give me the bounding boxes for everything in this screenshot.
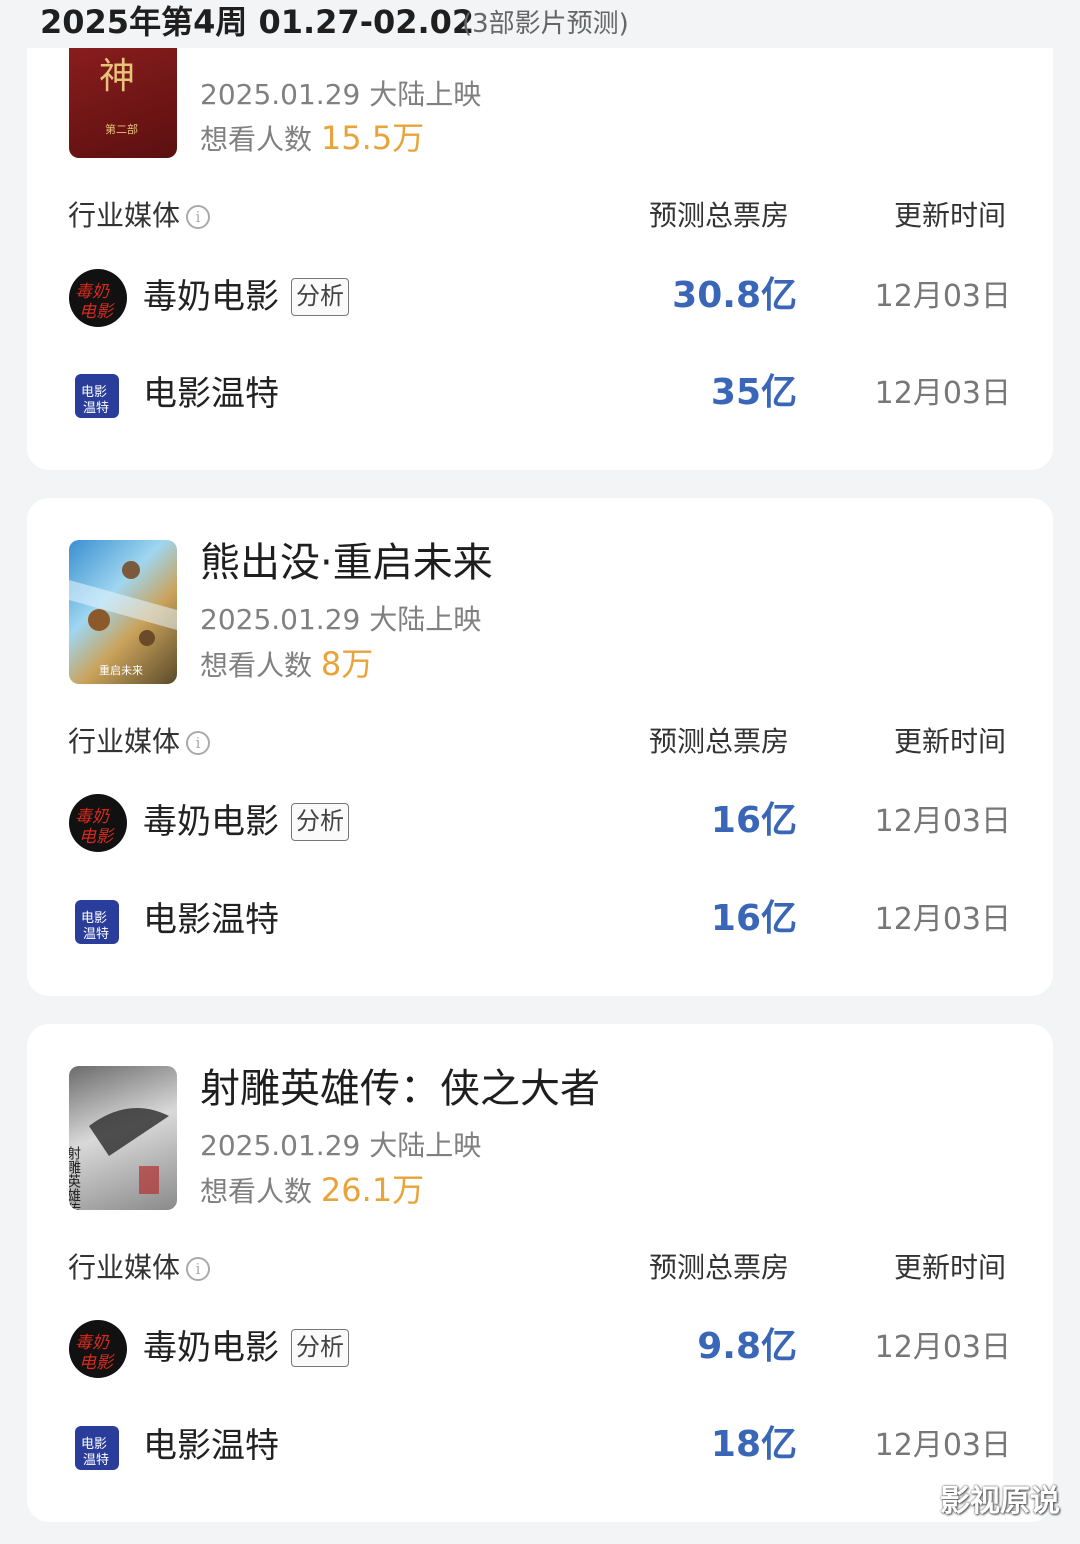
movie-card[interactable]: 射雕英雄传 射雕英雄传：侠之大者 2025.01.29 大陆上映 想看人数 26… (27, 1024, 1053, 1522)
wente-logo-icon: 电影 温特 (69, 892, 127, 950)
analysis-tag[interactable]: 分析 (291, 1329, 349, 1367)
forecast-value: 35亿 (710, 372, 797, 413)
release-date: 2025.01.29 大陆上映 (200, 1129, 482, 1162)
week-title: 2025年第4周 01.27-02.02 (40, 3, 475, 41)
svg-text:射雕英雄传: 射雕英雄传 (69, 1146, 81, 1210)
forecast-row[interactable]: 毒奶 电影 毒奶电影 分析 16亿 12月03日 (27, 788, 1053, 858)
svg-text:电影: 电影 (79, 827, 115, 847)
forecast-value: 16亿 (710, 800, 797, 841)
column-update-time: 更新时间 (894, 199, 1007, 232)
movie-title[interactable]: 熊出没·重启未来 (200, 538, 493, 588)
movie-card[interactable]: 神 第二部 2025.01.29 大陆上映 想看人数 15.5万 行业媒体 i 预… (27, 20, 1053, 470)
dunai-logo-icon: 毒奶 电影 (69, 269, 127, 327)
wente-logo-icon: 电影 温特 (69, 1418, 127, 1476)
want-label: 想看人数 (200, 123, 313, 156)
forecast-count: (3部影片预测) (462, 9, 629, 39)
media-name[interactable]: 电影温特 (143, 898, 279, 942)
forecast-value: 18亿 (710, 1424, 797, 1465)
column-media-label: 行业媒体 (68, 725, 181, 758)
info-icon[interactable]: i (186, 205, 211, 229)
forecast-row[interactable]: 毒奶 电影 毒奶电影 分析 9.8亿 12月03日 (27, 1314, 1053, 1384)
want-count: 15.5万 (320, 119, 425, 157)
want-to-watch: 想看人数 26.1万 (200, 1170, 424, 1212)
forecast-row[interactable]: 电影 温特 电影温特 16亿 12月03日 (27, 886, 1053, 956)
poster-image: 射雕英雄传 (69, 1108, 169, 1210)
update-time: 12月03日 (874, 1428, 1011, 1463)
info-icon[interactable]: i (186, 1257, 211, 1281)
update-time: 12月03日 (874, 1330, 1011, 1365)
svg-text:电影: 电影 (79, 302, 115, 322)
svg-text:温特: 温特 (83, 401, 109, 416)
wente-logo-icon: 电影 温特 (69, 366, 127, 424)
svg-text:重启未来: 重启未来 (99, 663, 143, 677)
svg-text:毒奶: 毒奶 (75, 1333, 110, 1353)
dunai-logo-icon: 毒奶 电影 (69, 1320, 127, 1378)
forecast-value: 30.8亿 (672, 275, 797, 316)
forecast-value: 16亿 (710, 898, 797, 939)
column-media-label: 行业媒体 (68, 1251, 181, 1284)
media-name[interactable]: 电影温特 (143, 372, 279, 416)
column-box-office: 预测总票房 (649, 1251, 790, 1284)
movie-card[interactable]: 重启未来 熊出没·重启未来 2025.01.29 大陆上映 想看人数 8万 行业… (27, 498, 1053, 996)
column-box-office: 预测总票房 (649, 199, 790, 232)
want-to-watch: 想看人数 15.5万 (200, 118, 424, 160)
svg-text:第二部: 第二部 (105, 122, 138, 136)
analysis-tag[interactable]: 分析 (291, 278, 349, 316)
svg-text:温特: 温特 (83, 1453, 109, 1468)
svg-text:电影: 电影 (81, 385, 107, 400)
column-update-time: 更新时间 (894, 725, 1007, 758)
column-box-office: 预测总票房 (649, 725, 790, 758)
update-time: 12月03日 (874, 804, 1011, 839)
want-count: 26.1万 (320, 1171, 425, 1209)
media-name[interactable]: 毒奶电影 (143, 800, 279, 844)
want-to-watch: 想看人数 8万 (200, 644, 373, 686)
forecast-row[interactable]: 电影 温特 电影温特 35亿 12月03日 (27, 360, 1053, 430)
svg-text:电影: 电影 (81, 911, 107, 926)
poster-image: 重启未来 (69, 561, 177, 677)
want-label: 想看人数 (200, 649, 313, 682)
update-time: 12月03日 (874, 902, 1011, 937)
forecast-value: 9.8亿 (697, 1326, 797, 1367)
update-time: 12月03日 (874, 376, 1011, 411)
media-name[interactable]: 电影温特 (143, 1424, 279, 1468)
svg-text:毒奶: 毒奶 (75, 807, 110, 827)
release-date: 2025.01.29 大陆上映 (200, 603, 482, 636)
column-media: 行业媒体 i (68, 198, 211, 234)
want-count: 8万 (320, 645, 374, 683)
analysis-tag[interactable]: 分析 (291, 803, 349, 841)
svg-text:毒奶: 毒奶 (75, 282, 110, 302)
info-icon[interactable]: i (186, 731, 211, 755)
poster-text: 神 (99, 56, 135, 97)
release-date: 2025.01.29 大陆上映 (200, 78, 482, 111)
update-time: 12月03日 (874, 279, 1011, 314)
column-update-time: 更新时间 (894, 1251, 1007, 1284)
media-name[interactable]: 毒奶电影 (143, 275, 279, 319)
forecast-row[interactable]: 毒奶 电影 毒奶电影 分析 30.8亿 12月03日 (27, 263, 1053, 333)
movie-poster[interactable]: 射雕英雄传 (69, 1066, 177, 1210)
page-header: 2025年第4周 01.27-02.02 (3部影片预测) (0, 0, 1080, 48)
column-media-label: 行业媒体 (68, 199, 181, 232)
forecast-row[interactable]: 电影 温特 电影温特 18亿 12月03日 (27, 1412, 1053, 1482)
dunai-logo-icon: 毒奶 电影 (69, 794, 127, 852)
watermark: 影视原说 (940, 1484, 1060, 1519)
movie-title[interactable]: 射雕英雄传：侠之大者 (200, 1064, 600, 1114)
column-media: 行业媒体 i (68, 724, 211, 760)
media-name[interactable]: 毒奶电影 (143, 1326, 279, 1370)
want-label: 想看人数 (200, 1175, 313, 1208)
svg-text:温特: 温特 (83, 927, 109, 942)
svg-text:电影: 电影 (79, 1353, 115, 1373)
svg-text:电影: 电影 (81, 1437, 107, 1452)
column-media: 行业媒体 i (68, 1250, 211, 1286)
movie-poster[interactable]: 重启未来 (69, 540, 177, 684)
